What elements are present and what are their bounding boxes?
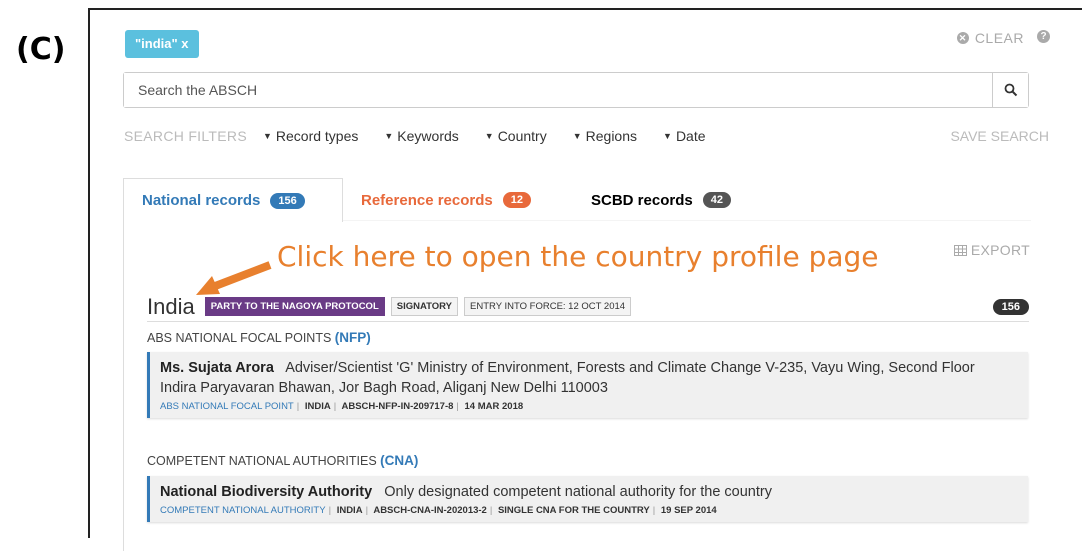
record-id: ABSCH-CNA-IN-202013-2 [373, 505, 487, 516]
section-abbr: (CNA) [380, 453, 419, 468]
search-bar [123, 72, 1029, 108]
signatory-badge: SIGNATORY [390, 297, 458, 316]
filter-country[interactable]: ▼ Country [485, 128, 547, 144]
country-header: India PARTY TO THE NAGOYA PROTOCOL SIGNA… [147, 292, 1029, 322]
export-label: EXPORT [970, 242, 1030, 258]
caret-down-icon: ▼ [663, 131, 672, 141]
table-grid-icon [953, 244, 967, 256]
record-note: SINGLE CNA FOR THE COUNTRY [497, 505, 650, 516]
record-description: Only designated competent national autho… [384, 484, 772, 500]
filter-label: Record types [275, 128, 359, 144]
country-profile-link[interactable]: India [147, 294, 195, 320]
filter-regions[interactable]: ▼ Regions [573, 128, 637, 144]
record-name: National Biodiversity Authority [160, 484, 373, 500]
caret-down-icon: ▼ [484, 131, 494, 141]
caret-down-icon: ▼ [262, 131, 272, 141]
tab-national-records[interactable]: National records 156 [123, 178, 343, 222]
record-card-nfp[interactable]: Ms. Sujata Arora Adviser/Scientist 'G' M… [147, 352, 1028, 418]
filter-keywords[interactable]: ▼ Keywords [384, 128, 458, 144]
section-title-text: ABS NATIONAL FOCAL POINTS [147, 331, 332, 345]
caret-down-icon: ▼ [572, 131, 582, 141]
search-icon [1004, 83, 1017, 97]
record-meta: COMPETENT NATIONAL AUTHORITY | INDIA | ABS… [160, 505, 717, 516]
record-date: 19 SEP 2014 [660, 505, 717, 516]
help-icon[interactable]: ? [1037, 30, 1050, 43]
clear-label: CLEAR [974, 30, 1024, 46]
section-abbr: (NFP) [334, 330, 371, 345]
record-description-cont: Indira Paryavaran Bhawan, Jor Bagh Road,… [160, 380, 608, 396]
section-title-text: COMPETENT NATIONAL AUTHORITIES [147, 454, 377, 468]
record-description: Adviser/Scientist 'G' Ministry of Enviro… [285, 360, 975, 376]
absch-search-panel: "india" x ✕ CLEAR ? SEARCH FILTERS ▼Reco… [88, 8, 1082, 551]
tab-count-badge: 156 [270, 192, 305, 209]
tab-count-badge: 42 [702, 192, 731, 208]
tab-count-badge: 12 [502, 192, 531, 208]
tab-label: Reference records [361, 191, 493, 209]
export-button[interactable]: EXPORT [953, 242, 1030, 258]
panel-label: (C) [16, 32, 66, 67]
record-tabs: National records 156 Reference records 1… [123, 178, 749, 222]
filter-record-types[interactable]: ▼ Record types [263, 128, 358, 144]
tab-reference-records[interactable]: Reference records 12 [343, 178, 573, 222]
record-country: INDIA [304, 401, 331, 412]
party-status-badge: PARTY TO THE NAGOYA PROTOCOL [204, 297, 385, 316]
filter-label: Country [497, 128, 547, 144]
caret-down-icon: ▼ [384, 131, 394, 141]
country-record-count: 156 [992, 298, 1029, 315]
filter-label: Regions [585, 128, 638, 144]
tab-scbd-records[interactable]: SCBD records 42 [573, 178, 749, 222]
clear-button[interactable]: ✕ CLEAR [956, 30, 1024, 46]
active-search-tag[interactable]: "india" x [125, 30, 199, 58]
record-type: ABS NATIONAL FOCAL POINT [160, 401, 294, 412]
record-meta: ABS NATIONAL FOCAL POINT | INDIA | ABSCH-N… [160, 401, 524, 412]
tab-label: National records [142, 192, 261, 209]
record-country: INDIA [336, 505, 363, 516]
record-id: ABSCH-NFP-IN-209717-8 [341, 401, 454, 412]
record-line: National Biodiversity Authority Only des… [160, 482, 1018, 502]
clear-circle-x-icon: ✕ [956, 32, 969, 44]
search-button[interactable] [992, 73, 1028, 107]
entry-into-force-badge: ENTRY INTO FORCE: 12 OCT 2014 [464, 297, 632, 316]
section-title-nfp: ABS NATIONAL FOCAL POINTS (NFP) [147, 330, 371, 345]
record-date: 14 MAR 2018 [464, 401, 524, 412]
annotation-callout: Click here to open the country profile p… [277, 240, 879, 273]
record-type: COMPETENT NATIONAL AUTHORITY [160, 505, 326, 516]
section-title-cna: COMPETENT NATIONAL AUTHORITIES (CNA) [147, 453, 418, 468]
tab-label: SCBD records [591, 191, 693, 209]
search-input[interactable] [124, 73, 992, 107]
filter-label: Keywords [397, 128, 459, 144]
filter-date[interactable]: ▼ Date [663, 128, 706, 144]
search-filters-label: SEARCH FILTERS [124, 128, 247, 144]
record-name: Ms. Sujata Arora [160, 360, 274, 376]
filter-label: Date [675, 128, 706, 144]
record-line: Ms. Sujata Arora Adviser/Scientist 'G' M… [160, 358, 1018, 378]
search-filters-bar: SEARCH FILTERS ▼ Record types ▼ Keywords ▼… [124, 128, 1049, 144]
record-card-cna[interactable]: National Biodiversity Authority Only des… [147, 476, 1028, 522]
save-search-button[interactable]: SAVE SEARCH [950, 128, 1049, 144]
